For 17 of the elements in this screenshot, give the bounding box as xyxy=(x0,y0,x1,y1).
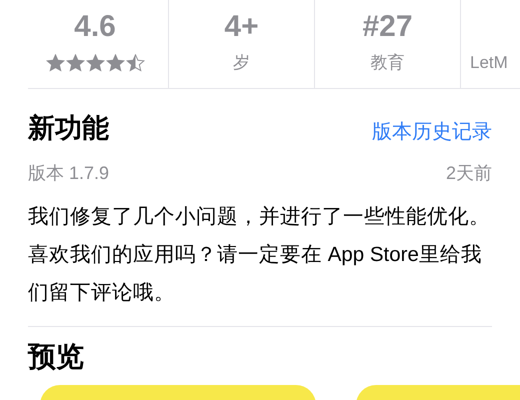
release-notes: 我们修复了几个小问题，并进行了一些性能优化。喜欢我们的应用吗？请一定要在 App Store里给我们留下评论哦。 xyxy=(28,204,491,306)
rank-value: #27 xyxy=(362,12,413,42)
version-text: 版本 1.7.9 xyxy=(28,164,110,182)
star-icon xyxy=(46,54,64,72)
version-history-link[interactable]: 版本历史记录 xyxy=(372,122,492,142)
star-icon xyxy=(126,54,144,72)
section-title: 新功能 xyxy=(28,115,109,142)
star-icon xyxy=(66,54,84,72)
stat-value: 4+ xyxy=(224,12,259,42)
release-date: 2天前 xyxy=(446,164,492,182)
star-icon xyxy=(86,54,104,72)
star-icon xyxy=(106,54,124,72)
stat-label: LetM xyxy=(470,52,508,74)
stat-label: 教育 xyxy=(370,52,404,74)
stat-label: 岁 xyxy=(233,52,250,74)
section-title: 预览 xyxy=(28,343,85,371)
rating-value: 4.6 xyxy=(74,12,116,42)
